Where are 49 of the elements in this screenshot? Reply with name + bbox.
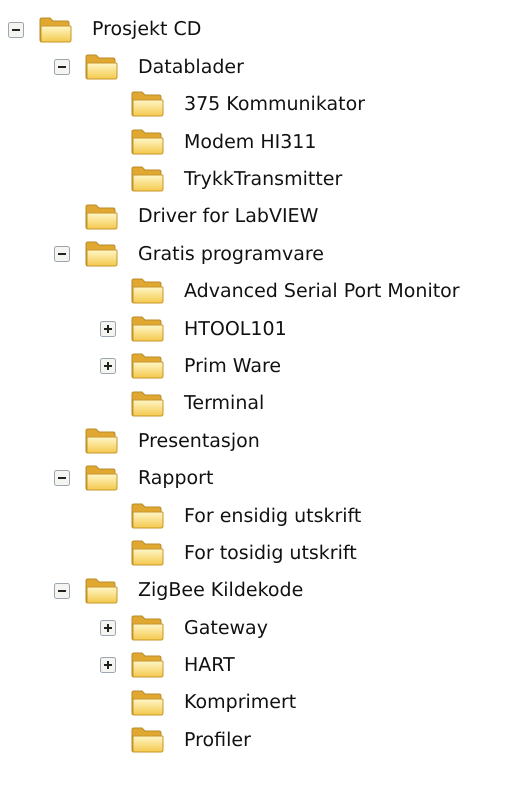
folder-label[interactable]: Prim Ware (184, 352, 282, 380)
expand-button[interactable] (100, 320, 116, 337)
folder-icon (130, 502, 164, 530)
folder-icon (130, 352, 164, 380)
folder-icon (130, 314, 164, 343)
folder-icon (84, 576, 118, 605)
folder-label[interactable]: ZigBee Kildekode (138, 576, 304, 605)
folder-label[interactable]: Advanced Serial Port Monitor (184, 277, 460, 306)
folder-label[interactable]: Driver for LabVIEW (138, 202, 318, 231)
folder-icon (84, 202, 118, 231)
folder-label[interactable]: Rapport (138, 464, 214, 493)
folder-label[interactable]: Terminal (184, 389, 264, 418)
folder-icon (130, 726, 164, 754)
expand-button[interactable] (100, 620, 116, 636)
folder-icon (84, 240, 118, 268)
folder-icon (38, 16, 72, 44)
collapse-button[interactable] (54, 582, 70, 599)
collapse-button[interactable] (54, 470, 70, 486)
folder-label[interactable]: TrykkTransmitter (184, 165, 342, 194)
folder-icon (130, 651, 164, 680)
folder-label[interactable]: Profiler (184, 726, 251, 754)
folder-label[interactable]: Komprimert (184, 688, 296, 717)
expand-button[interactable] (100, 657, 116, 674)
folder-icon (130, 539, 164, 568)
folder-icon (130, 390, 164, 418)
folder-label[interactable]: For ensidig utskrift (184, 502, 362, 530)
folder-icon (84, 426, 118, 455)
folder-icon (130, 614, 164, 642)
folder-icon (130, 165, 164, 194)
folder-icon (84, 53, 118, 82)
folder-icon (84, 464, 118, 492)
folder-label[interactable]: Presentasjon (138, 426, 260, 456)
folder-label[interactable]: Gratis programvare (138, 240, 324, 268)
folder-label[interactable]: 375 Kommunikator (184, 90, 366, 119)
folder-icon (130, 128, 164, 156)
folder-icon (130, 688, 164, 717)
expand-button[interactable] (100, 358, 116, 374)
folder-label[interactable]: HTOOL101 (184, 314, 287, 344)
collapse-button[interactable] (54, 246, 70, 262)
folder-label[interactable]: For tosidig utskrift (184, 538, 357, 568)
folder-icon (130, 277, 164, 306)
folder-label[interactable]: Prosjekt CD (92, 15, 202, 44)
collapse-button[interactable] (8, 22, 24, 38)
folder-icon (130, 90, 164, 118)
collapse-button[interactable] (54, 59, 70, 76)
folder-label[interactable]: Datablader (138, 52, 244, 82)
folder-label[interactable]: Gateway (184, 614, 268, 642)
folder-label[interactable]: HART (184, 651, 235, 680)
folder-label[interactable]: Modem HI311 (184, 128, 316, 156)
